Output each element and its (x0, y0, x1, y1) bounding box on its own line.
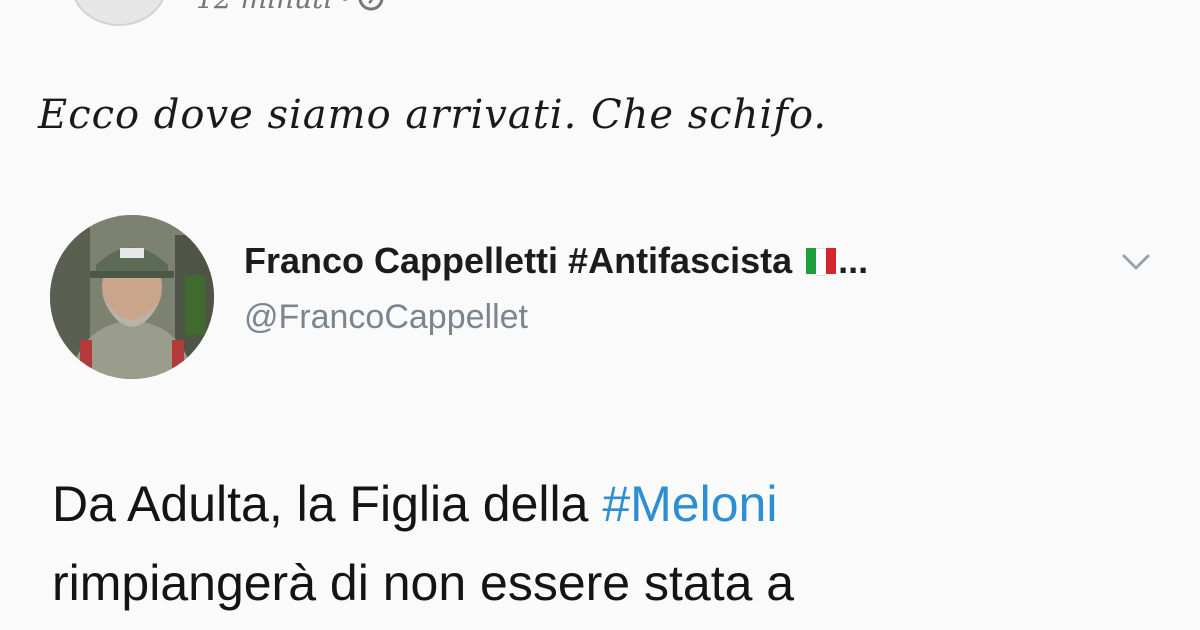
name-ellipsis: ... (838, 240, 869, 281)
tweet-author-row: Franco Cappelletti #Antifascista ... (244, 240, 868, 282)
italian-flag-icon (806, 248, 837, 276)
globe-icon (358, 0, 384, 11)
tweet-author-avatar[interactable] (50, 215, 214, 379)
chevron-down-icon[interactable] (1118, 250, 1154, 274)
post-meta: 12 minuti (196, 0, 384, 18)
tweet-line-1: Da Adulta, la Figlia della #Meloni (52, 465, 1152, 544)
hashtag-link[interactable]: #Meloni (602, 476, 777, 532)
tweet-author-handle[interactable]: @FrancoCappellet (244, 298, 528, 337)
post-timestamp[interactable]: 12 minuti (196, 0, 332, 15)
avatar-photo (50, 215, 214, 379)
tweet-line-1-text: Da Adulta, la Figlia della (52, 476, 603, 532)
post-caption: Ecco dove siamo arrivati. Che schifo. (38, 92, 828, 138)
tweet-line-2: rimpiangerà di non essere stata a (52, 555, 795, 611)
tweet-body: Da Adulta, la Figlia della #Meloni rimpi… (52, 465, 1152, 623)
tweet-author-name[interactable]: Franco Cappelletti #Antifascista (244, 240, 792, 282)
poster-avatar[interactable] (70, 0, 168, 26)
separator-dot (342, 0, 349, 1)
